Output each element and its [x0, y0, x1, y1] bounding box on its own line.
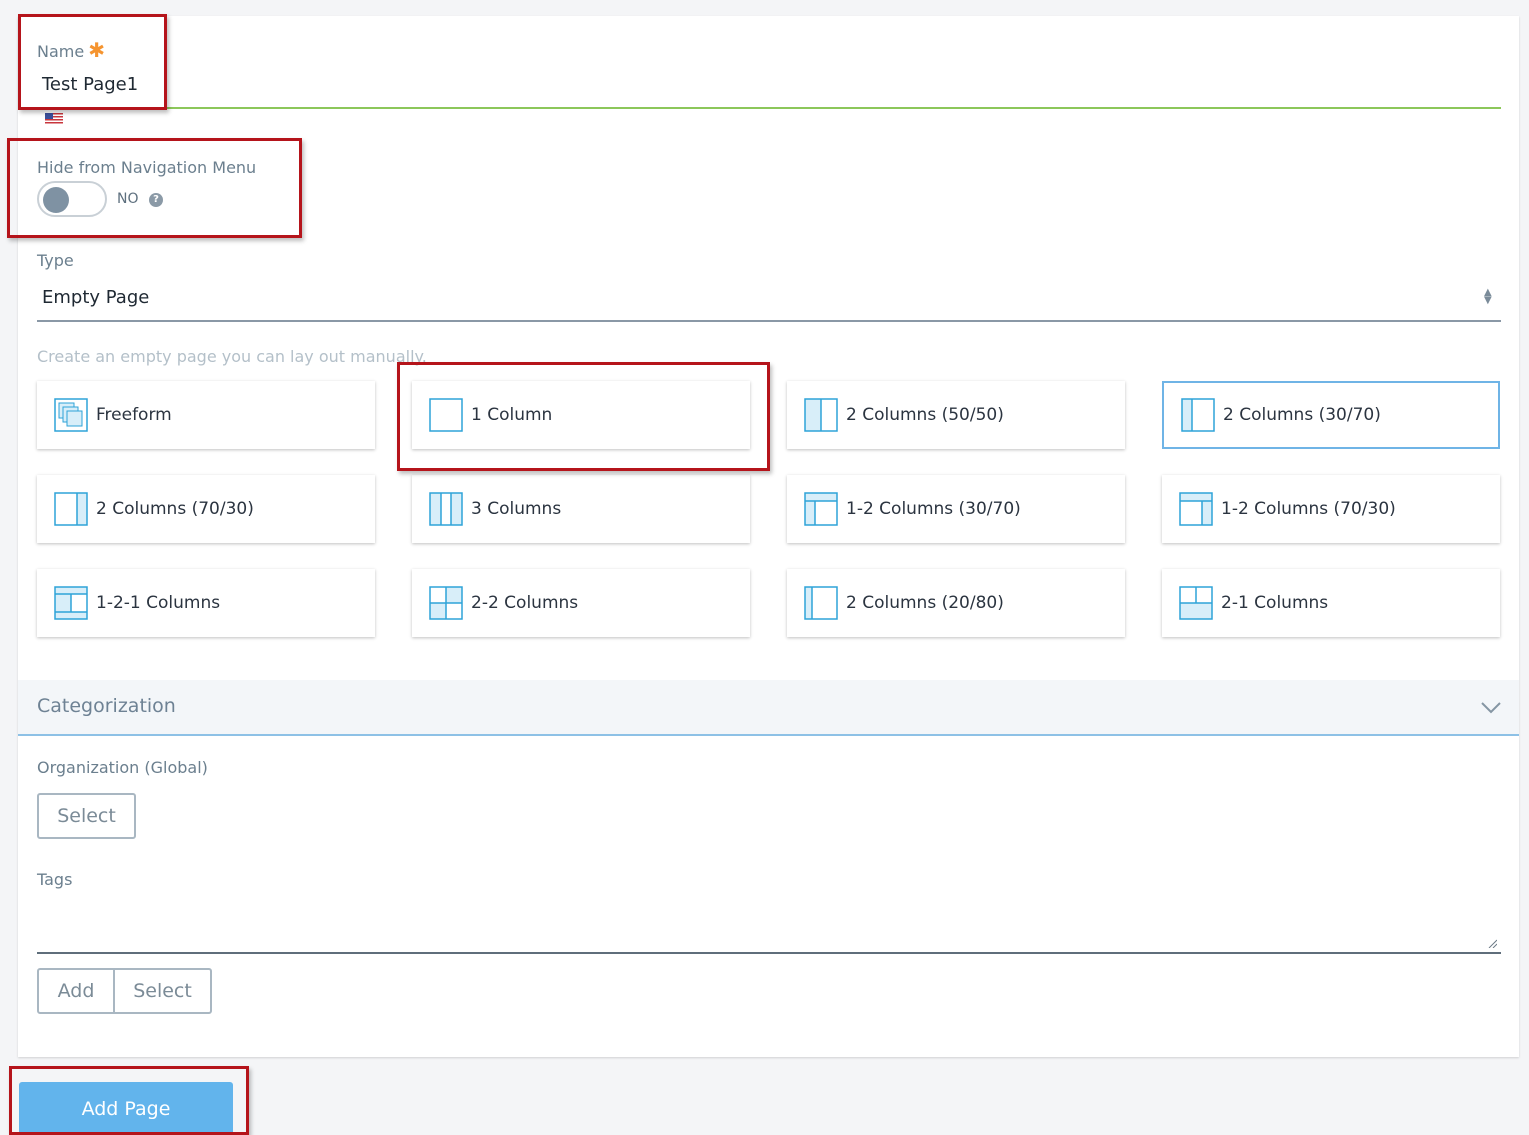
one-column-layout-icon	[429, 398, 463, 432]
type-hint: Create an empty page you can lay out man…	[37, 347, 427, 366]
type-underline	[37, 320, 1501, 322]
layout-label: 2 Columns (50/50)	[846, 405, 1004, 425]
chevron-down-icon[interactable]	[1480, 696, 1502, 718]
toggle-state: NO	[117, 191, 139, 207]
layout-label: Freeform	[96, 405, 172, 425]
two-columns-30-70-layout-icon	[1181, 398, 1215, 432]
two-one-columns-layout-icon	[1179, 586, 1213, 620]
layout-tile-3-columns[interactable]: 3 Columns	[412, 475, 750, 543]
tags-select-button[interactable]: Select	[113, 968, 212, 1014]
layout-label: 1-2 Columns (70/30)	[1221, 499, 1396, 519]
three-columns-layout-icon	[429, 492, 463, 526]
layout-tile-1-2-1-columns[interactable]: 1-2-1 Columns	[37, 569, 375, 637]
us-flag-icon[interactable]	[45, 113, 63, 125]
resize-handle-icon[interactable]	[1487, 938, 1497, 948]
select-arrows-icon[interactable]: ▲ ▼	[1484, 288, 1492, 306]
categorization-header[interactable]: Categorization	[18, 680, 1519, 736]
layout-tile-2-columns-70-30[interactable]: 2 Columns (70/30)	[37, 475, 375, 543]
two-columns-70-30-layout-icon	[54, 492, 88, 526]
one-two-columns-30-70-layout-icon	[804, 492, 838, 526]
name-input[interactable]: Test Page1	[42, 74, 138, 95]
add-page-button[interactable]: Add Page	[19, 1082, 233, 1135]
layout-tile-1-2-columns-30-70[interactable]: 1-2 Columns (30/70)	[787, 475, 1125, 543]
hide-nav-label: Hide from Navigation Menu	[37, 158, 257, 177]
toggle-knob	[43, 187, 69, 213]
type-label: Type	[37, 251, 74, 270]
two-columns-50-50-layout-icon	[804, 398, 838, 432]
required-icon: ✱	[88, 38, 105, 62]
categorization-title: Categorization	[37, 695, 176, 717]
layout-tile-1-2-columns-70-30[interactable]: 1-2 Columns (70/30)	[1162, 475, 1500, 543]
type-select[interactable]: Empty Page	[42, 287, 149, 308]
layout-tile-2-columns-50-50[interactable]: 2 Columns (50/50)	[787, 381, 1125, 449]
layout-tile-2-1-columns[interactable]: 2-1 Columns	[1162, 569, 1500, 637]
one-two-columns-70-30-layout-icon	[1179, 492, 1213, 526]
layout-label: 1-2-1 Columns	[96, 593, 221, 613]
layout-label: 2-2 Columns	[471, 593, 579, 613]
name-underline	[37, 107, 1501, 109]
layout-tile-1-column[interactable]: 1 Column	[412, 381, 750, 449]
layout-label: 2 Columns (70/30)	[96, 499, 254, 519]
layout-label: 3 Columns	[471, 499, 562, 519]
one-two-one-columns-layout-icon	[54, 586, 88, 620]
layout-label: 2 Columns (20/80)	[846, 593, 1004, 613]
layout-tile-freeform[interactable]: Freeform	[37, 381, 375, 449]
two-two-columns-layout-icon	[429, 586, 463, 620]
name-label: Name ✱	[37, 38, 105, 62]
organization-label: Organization (Global)	[37, 758, 208, 777]
organization-select-button[interactable]: Select	[37, 793, 136, 839]
layout-label: 1 Column	[471, 405, 553, 425]
layout-tile-2-columns-30-70[interactable]: 2 Columns (30/70)	[1162, 381, 1500, 449]
tags-label: Tags	[37, 870, 73, 889]
layout-label: 2 Columns (30/70)	[1223, 405, 1381, 425]
tags-textarea[interactable]	[37, 900, 1501, 954]
layout-label: 2-1 Columns	[1221, 593, 1329, 613]
help-icon[interactable]: ?	[149, 193, 163, 207]
layout-label: 1-2 Columns (30/70)	[846, 499, 1021, 519]
page-form: Name ✱ Test Page1 Hide from Navigation Me…	[18, 16, 1519, 1057]
hide-nav-toggle[interactable]	[37, 181, 107, 217]
layout-tile-2-columns-20-80[interactable]: 2 Columns (20/80)	[787, 569, 1125, 637]
layout-tile-2-2-columns[interactable]: 2-2 Columns	[412, 569, 750, 637]
two-columns-20-80-layout-icon	[804, 586, 838, 620]
freeform-layout-icon	[54, 398, 88, 432]
tags-add-button[interactable]: Add	[37, 968, 115, 1014]
